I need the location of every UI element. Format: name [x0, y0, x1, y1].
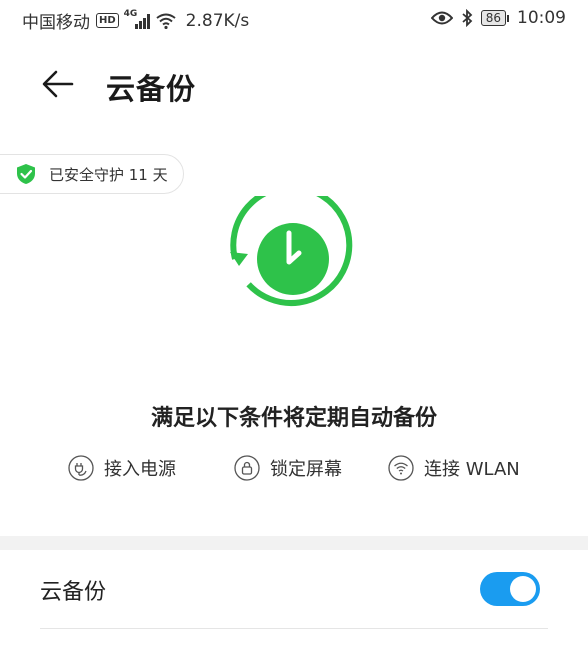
carrier-label: 中国移动 — [22, 13, 90, 33]
network-speed: 2.87K/s — [185, 10, 250, 31]
condition-power-label: 接入电源 — [104, 459, 176, 480]
status-bar-left: 中国移动 HD 4G 2.87K/s — [22, 8, 250, 34]
signal-icon: 4G — [124, 9, 150, 29]
page-title: 云备份 — [106, 72, 197, 106]
condition-lock: 锁定屏幕 — [234, 455, 342, 481]
lock-icon — [234, 455, 260, 481]
network-type-label: 4G — [123, 8, 138, 19]
protection-days-text: 已安全守护 11 天 — [49, 165, 168, 184]
condition-wlan: 连接 WLAN — [388, 455, 520, 481]
condition-lock-label: 锁定屏幕 — [270, 459, 342, 480]
clock: 10:09 — [517, 8, 566, 28]
shield-check-icon — [17, 164, 35, 184]
bluetooth-icon — [462, 9, 473, 27]
battery-icon: 86 — [480, 10, 509, 26]
hd-badge: HD — [96, 13, 119, 28]
condition-wlan-label: 连接 WLAN — [424, 459, 520, 480]
conditions-title: 满足以下条件将定期自动备份 — [150, 406, 437, 431]
cloud-backup-toggle[interactable] — [480, 572, 540, 606]
back-button[interactable] — [38, 64, 78, 104]
cloud-backup-setting-label: 云备份 — [40, 580, 107, 605]
wifi-icon — [388, 455, 414, 481]
protection-status-badge: 已安全守护 11 天 — [0, 154, 184, 194]
power-plug-icon — [68, 455, 94, 481]
app-header: 云备份 — [0, 50, 588, 120]
back-arrow-icon — [42, 70, 74, 98]
wifi-icon — [156, 13, 176, 29]
eye-icon — [430, 11, 453, 25]
auto-backup-clock-icon — [230, 196, 353, 306]
battery-level: 86 — [480, 10, 506, 26]
toggle-knob — [510, 576, 536, 602]
row-divider — [40, 628, 548, 629]
status-bar: 中国移动 HD 4G 2.87K/s 86 10:09 — [0, 0, 588, 38]
condition-power: 接入电源 — [68, 455, 176, 481]
section-divider — [0, 536, 588, 550]
status-bar-right: 86 10:09 — [430, 8, 566, 28]
